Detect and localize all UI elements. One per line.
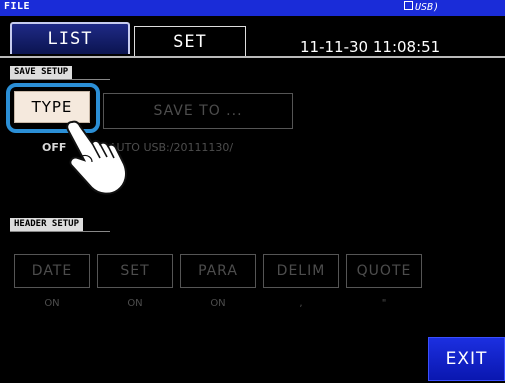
header-setup-label: HEADER SETUP: [10, 218, 84, 231]
usb-label: USB): [415, 2, 440, 13]
set-button[interactable]: SET: [97, 254, 173, 288]
tab-set[interactable]: SET: [134, 26, 246, 56]
tab-set-label: SET: [173, 31, 207, 52]
save-setup-rule: [10, 79, 110, 80]
para-button-label: PARA: [198, 263, 238, 279]
tab-list-label: LIST: [47, 29, 93, 49]
tab-row: LIST SET 11-11-30 11:08:51: [0, 16, 505, 58]
date-value: ON: [44, 298, 60, 309]
set-value: ON: [127, 298, 143, 309]
type-button-label: TYPE: [31, 98, 73, 116]
exit-button[interactable]: EXIT: [428, 337, 505, 381]
file-label: FILE: [4, 1, 31, 12]
save-to-button[interactable]: SAVE TO ...: [103, 93, 293, 129]
header-setup-rule: [10, 231, 110, 232]
quote-value: ": [381, 298, 387, 309]
screen: FILE USB) LIST SET 11-11-30 11:08:51 SAV…: [0, 0, 505, 383]
para-button[interactable]: PARA: [180, 254, 256, 288]
date-button-label: DATE: [31, 263, 73, 279]
save-to-button-label: SAVE TO ...: [153, 103, 243, 119]
para-value: ON: [210, 298, 226, 309]
tab-divider: [0, 56, 505, 58]
date-button[interactable]: DATE: [14, 254, 90, 288]
quote-button[interactable]: QUOTE: [346, 254, 422, 288]
set-button-label: SET: [120, 263, 150, 279]
usb-indicator: USB): [404, 1, 439, 13]
title-bar: FILE USB): [0, 0, 505, 16]
tab-list[interactable]: LIST: [10, 22, 130, 54]
usb-icon: [404, 1, 413, 10]
exit-button-label: EXIT: [445, 349, 488, 369]
delim-button-label: DELIM: [276, 263, 326, 279]
delim-value: ,: [299, 298, 303, 309]
delim-button[interactable]: DELIM: [263, 254, 339, 288]
quote-button-label: QUOTE: [356, 263, 412, 279]
save-setup-label: SAVE SETUP: [10, 66, 73, 79]
datetime: 11-11-30 11:08:51: [300, 38, 441, 56]
pointing-hand-icon: [66, 120, 127, 195]
